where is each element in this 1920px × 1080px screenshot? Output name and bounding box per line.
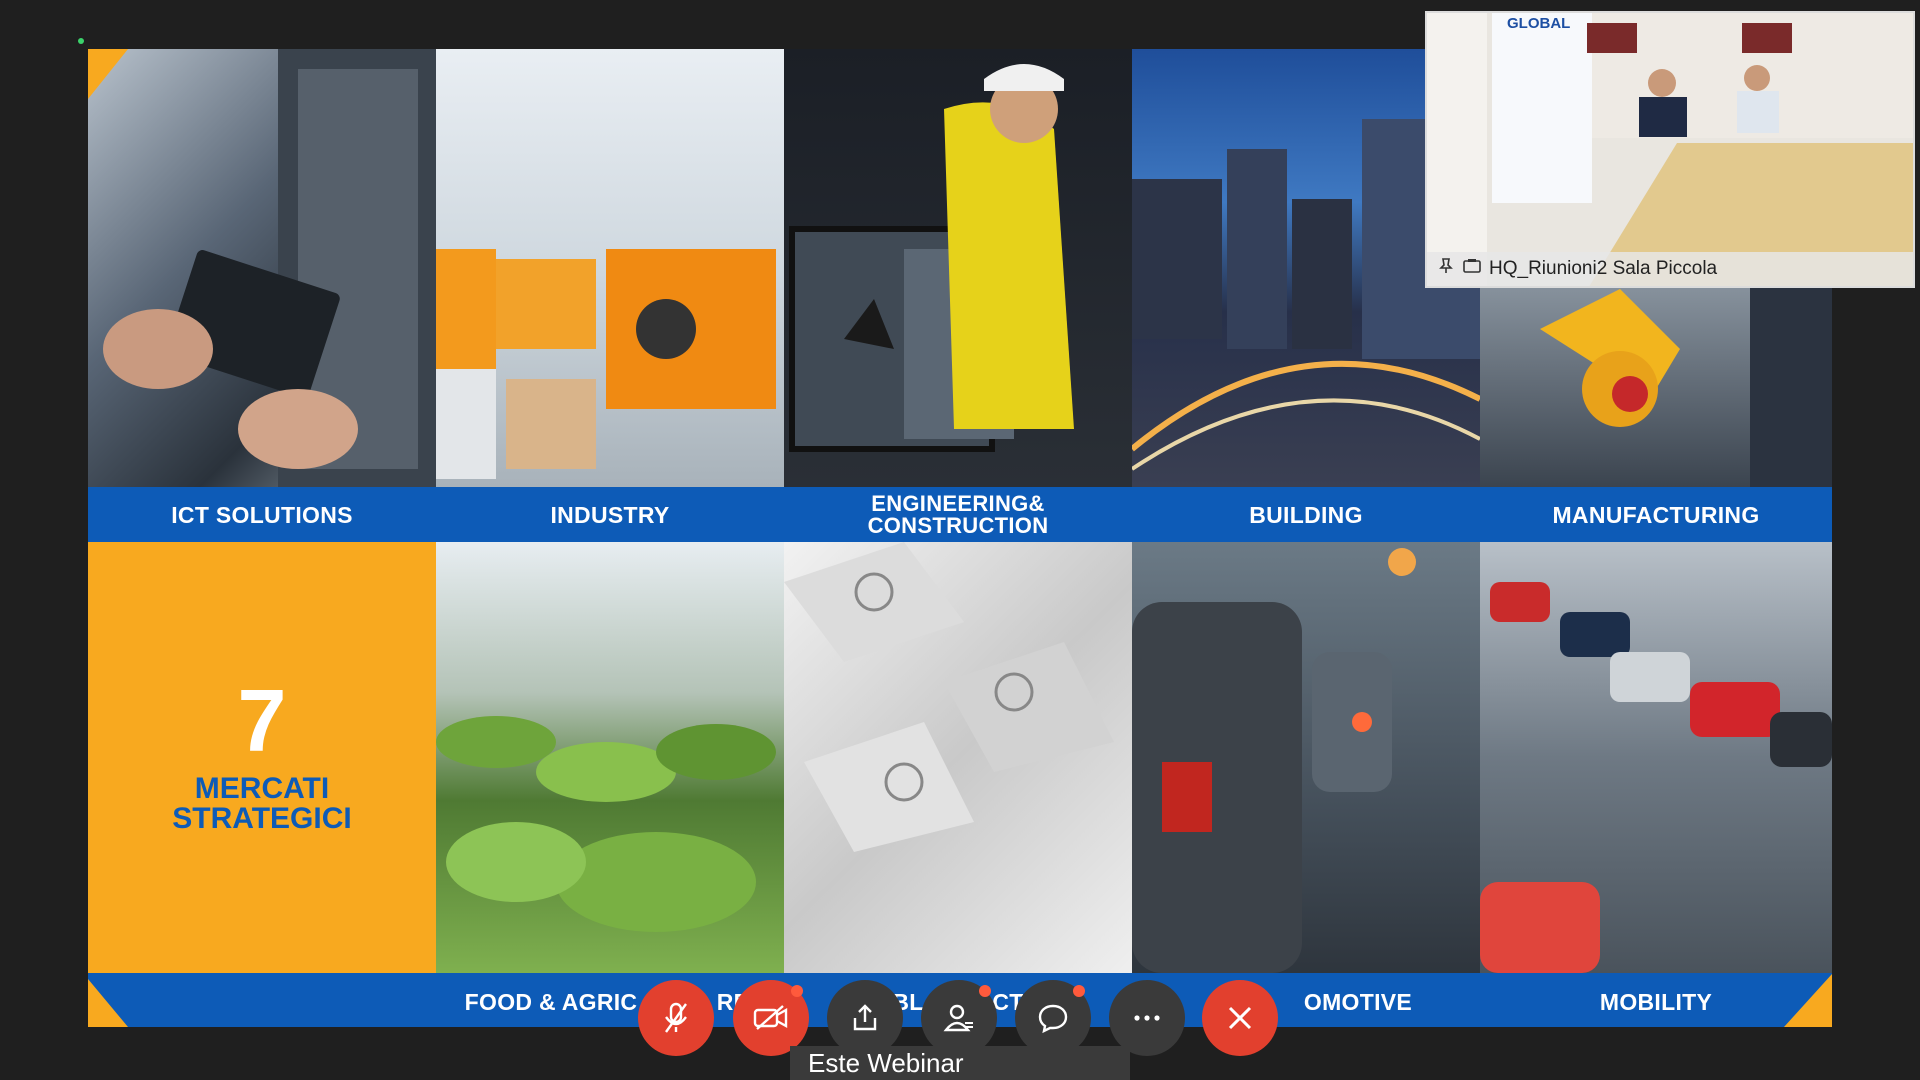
mute-mic-button[interactable]: [638, 980, 714, 1056]
room-icon: [1463, 258, 1481, 280]
label-food-agric: FOOD & AGRIC: [464, 989, 638, 1015]
big-number: 7: [237, 671, 287, 770]
label-building: BUILDING: [1249, 502, 1363, 528]
label-manufacturing: MANUFACTURING: [1552, 502, 1760, 528]
food-agriculture-photo: [436, 542, 784, 973]
label-automotive: OMOTIVE: [1303, 989, 1413, 1015]
label-ict-solutions: ICT SOLUTIONS: [171, 502, 353, 528]
chat-icon: [1038, 1004, 1068, 1034]
factory-machines-illustration: [436, 249, 776, 479]
thumbnail-label: HQ_Riunioni2 Sala Piccola: [1489, 258, 1718, 279]
share-icon: [853, 1004, 877, 1031]
video-off-icon: [753, 1005, 788, 1030]
public-sector-photo: [784, 542, 1132, 973]
label-engineering-line2: CONSTRUCTION: [867, 513, 1049, 538]
headline-tile: 7 MERCATI STRATEGICI: [88, 542, 436, 973]
headline-line2: STRATEGICI: [172, 802, 352, 835]
thumbnail-label-bar: HQ_Riunioni2 Sala Piccola: [1427, 252, 1913, 286]
participants-alert-dot: [979, 985, 991, 997]
close-icon: [1228, 1006, 1252, 1030]
mobility-photo: [1480, 542, 1832, 973]
participants-icon: [943, 1004, 973, 1032]
industry-photo: [436, 49, 784, 487]
webinar-title: Este Webinar: [790, 1046, 1130, 1080]
stop-video-button[interactable]: [733, 980, 809, 1056]
ict-solutions-photo: [88, 49, 436, 487]
headline-line1: MERCATI: [194, 772, 330, 805]
leave-meeting-button[interactable]: [1202, 980, 1278, 1056]
parking-lot-illustration: [1480, 582, 1832, 973]
label-mobility: MOBILITY: [1599, 989, 1713, 1015]
server-rack-illustration: [103, 49, 436, 487]
label-engineering-line1: ENGINEERING&: [871, 491, 1045, 516]
more-icon: [1134, 1015, 1160, 1021]
banner-text: GLOBAL: [1507, 15, 1571, 32]
chat-alert-dot: [1073, 985, 1085, 997]
meeting-room-video: [1427, 13, 1913, 286]
chat-button[interactable]: [1015, 980, 1091, 1056]
automotive-photo: [1132, 542, 1480, 973]
lettuce-illustration: [436, 716, 776, 932]
traffic-illustration: [1132, 548, 1416, 973]
connection-status-dot: [78, 38, 84, 44]
engineer-monitor-illustration: [789, 64, 1074, 452]
pin-icon[interactable]: [1437, 257, 1455, 281]
more-options-button[interactable]: [1109, 980, 1185, 1056]
architecture-illustration: [784, 542, 1114, 852]
participants-button[interactable]: [921, 980, 997, 1056]
share-button[interactable]: [827, 980, 903, 1056]
corner-accent-bottom-right: [1784, 974, 1832, 1027]
mic-off-icon: [665, 1002, 687, 1033]
label-industry: INDUSTRY: [550, 502, 670, 528]
video-alert-dot: [791, 985, 803, 997]
corner-accent-top-left: [88, 49, 128, 99]
engineering-photo: [784, 49, 1132, 487]
participant-video-thumbnail[interactable]: GLOBAL HQ_Riunioni2 Sala Piccola: [1425, 11, 1915, 288]
corner-accent-bottom-left: [88, 979, 128, 1027]
